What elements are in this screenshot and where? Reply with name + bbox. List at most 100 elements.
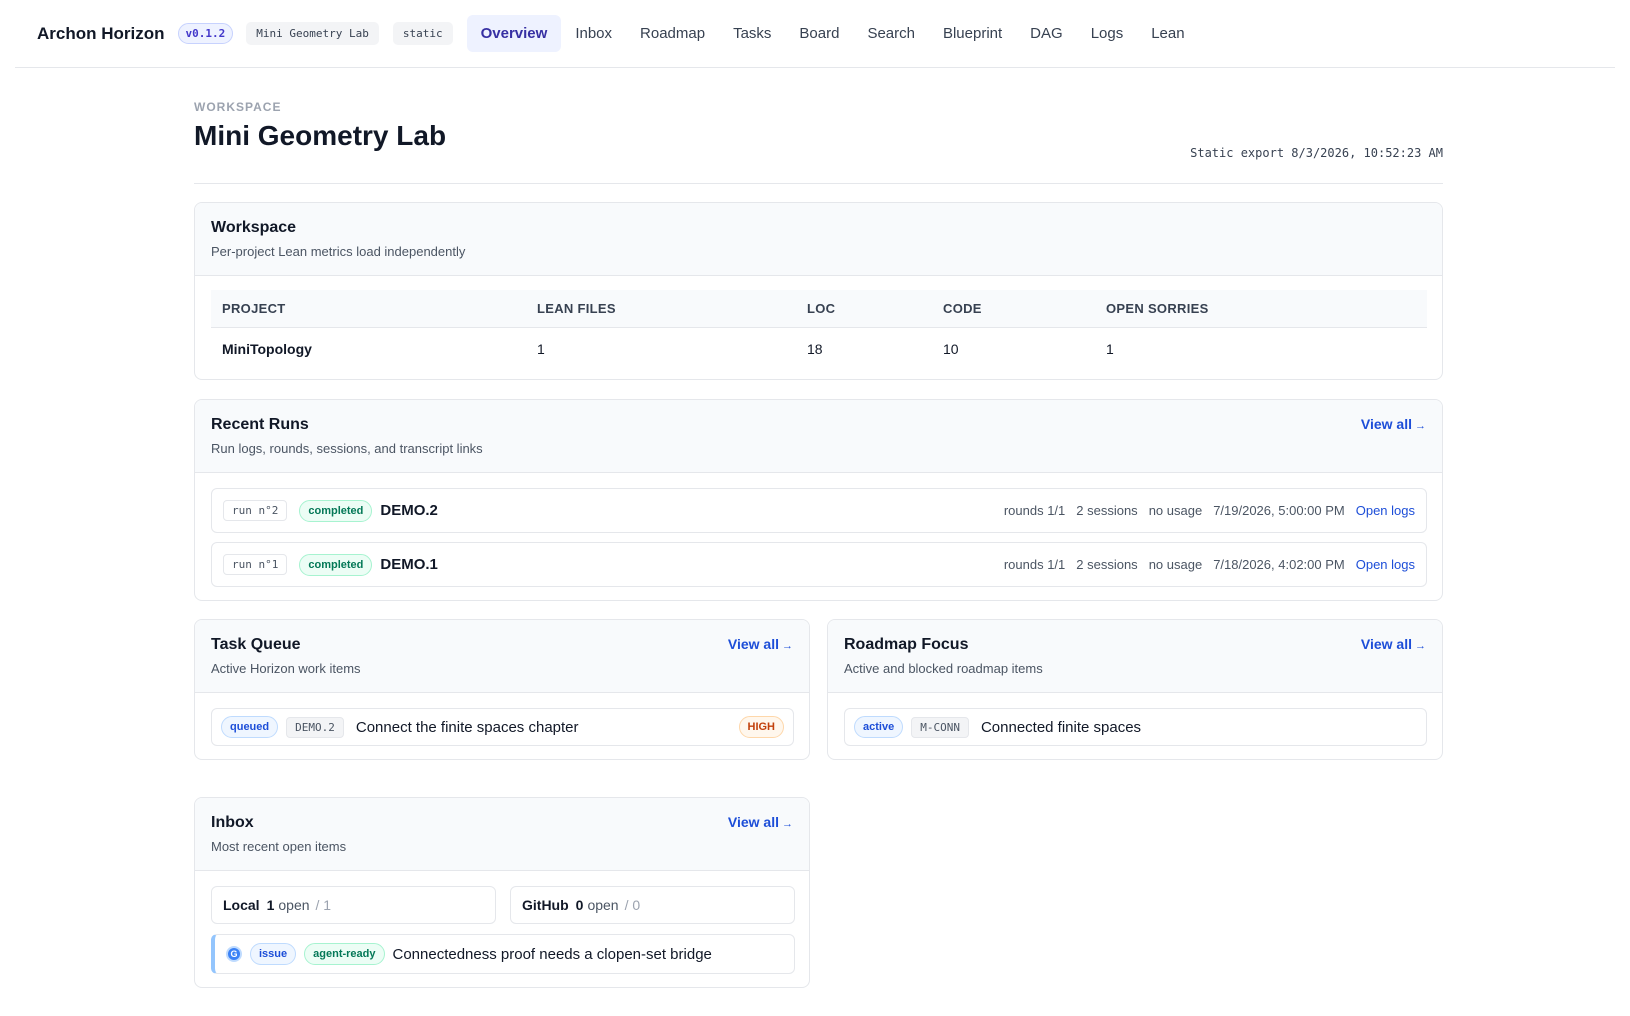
table-row[interactable]: MiniTopology 1 18 10 1 [211,327,1427,370]
nav-search[interactable]: Search [853,15,929,52]
workspace-card-subtitle: Per-project Lean metrics load independen… [211,244,466,259]
inbox-source-local[interactable]: Local 1 open / 1 [211,886,496,924]
cell-code: 10 [943,340,959,357]
task-queue-subtitle: Active Horizon work items [211,661,361,676]
run-rounds: rounds 1/1 [1003,503,1066,518]
export-info: Static export 8/3/2026, 10:52:23 AM [1190,146,1443,160]
roadmap-text: Connected finite spaces [980,718,1142,736]
run-row[interactable]: run n°2 completed DEMO.2 rounds 1/1 2 se… [211,488,1427,533]
run-status-badge: completed [299,499,373,522]
inbox-source-github[interactable]: GitHub 0 open / 0 [510,886,795,924]
nav-overview[interactable]: Overview [466,15,562,52]
recent-runs-view-all-link[interactable]: View all → [1361,416,1426,432]
top-bar: Archon Horizon v0.1.2 Mini Geometry Lab … [15,0,1615,68]
source-name: GitHub [522,897,569,913]
run-rounds: rounds 1/1 [1003,557,1066,572]
header-divider [194,183,1443,184]
cell-project[interactable]: MiniTopology [211,327,526,370]
nav-dag[interactable]: DAG [1016,15,1077,52]
source-open-label: open [587,897,619,913]
github-icon: G [226,946,242,962]
inbox-view-all-link[interactable]: View all → [728,814,793,830]
inbox-item-text: Connectedness proof needs a clopen-set b… [392,945,712,963]
inbox-title: Inbox [211,814,254,831]
col-open-sorries: OPEN SORRIES [1095,290,1427,328]
task-priority-badge: HIGH [738,716,784,738]
cell-open-sorries: 1 [1106,340,1114,357]
roadmap-ref-tag: M-CONN [911,716,969,738]
arrow-right-icon: → [782,640,793,652]
run-row[interactable]: run n°1 completed DEMO.1 rounds 1/1 2 se… [211,542,1427,587]
task-status-badge: queued [221,716,279,738]
roadmap-focus-card: Roadmap Focus Active and blocked roadmap… [827,619,1443,760]
task-queue-view-all-link[interactable]: View all → [728,636,793,652]
roadmap-focus-view-all-link[interactable]: View all → [1361,636,1426,652]
view-all-label: View all [727,636,779,652]
task-queue-title: Task Queue [211,636,301,653]
export-time: 8/3/2026, 10:52:23 AM [1291,146,1443,160]
nav-lean[interactable]: Lean [1137,15,1198,52]
task-queue-header: Task Queue Active Horizon work items Vie… [195,620,809,693]
nav-inbox[interactable]: Inbox [561,15,626,52]
open-logs-link[interactable]: Open logs [1356,503,1415,518]
col-code: CODE [932,290,1095,328]
inbox-subtitle: Most recent open items [211,839,347,854]
source-total: / 0 [624,897,641,913]
inbox-type-badge: issue [250,943,297,965]
run-id-tag: run n°1 [223,554,288,575]
source-name: Local [223,897,260,913]
arrow-right-icon: → [782,818,793,830]
page-eyebrow: WORKSPACE [194,100,282,114]
export-label: Static export [1190,146,1285,160]
run-status-badge: completed [299,553,373,576]
task-text: Connect the finite spaces chapter [355,718,579,736]
task-row[interactable]: queued DEMO.2 Connect the finite spaces … [211,708,794,746]
run-name: DEMO.2 [380,502,438,519]
app-brand[interactable]: Archon Horizon [37,24,165,44]
run-sessions: 2 sessions [1076,557,1138,572]
source-open-label: open [278,897,310,913]
roadmap-focus-subtitle: Active and blocked roadmap items [844,661,1043,676]
workspace-card-title: Workspace [211,219,297,236]
main-nav: Overview Inbox Roadmap Tasks Board Searc… [466,15,1199,52]
view-all-label: View all [1360,416,1412,432]
col-loc: LOC [796,290,932,328]
source-open-count: 1 [266,897,275,913]
source-total: / 1 [315,897,332,913]
nav-blueprint[interactable]: Blueprint [929,15,1016,52]
run-name: DEMO.1 [380,556,438,573]
run-time: 7/18/2026, 4:02:00 PM [1213,557,1345,572]
table-header-row: PROJECT LEAN FILES LOC CODE OPEN SORRIES [211,290,1427,328]
nav-logs[interactable]: Logs [1077,15,1138,52]
col-project: PROJECT [211,290,526,328]
run-sessions: 2 sessions [1076,503,1138,518]
workspace-table: PROJECT LEAN FILES LOC CODE OPEN SORRIES… [211,290,1427,370]
inbox-item[interactable]: G issue agent-ready Connectedness proof … [211,934,795,974]
inbox-header: Inbox Most recent open items View all → [195,798,809,871]
version-badge: v0.1.2 [177,23,234,44]
cell-lean-files: 1 [537,340,545,357]
run-usage: no usage [1148,503,1203,518]
main-content: WORKSPACE Mini Geometry Lab Static expor… [194,100,1443,988]
roadmap-focus-title: Roadmap Focus [844,636,969,653]
roadmap-status-badge: active [854,716,904,738]
source-open-count: 0 [575,897,584,913]
roadmap-row[interactable]: active M-CONN Connected finite spaces [844,708,1427,746]
roadmap-focus-header: Roadmap Focus Active and blocked roadmap… [828,620,1442,693]
nav-roadmap[interactable]: Roadmap [626,15,719,52]
recent-runs-header: Recent Runs Run logs, rounds, sessions, … [195,400,1442,473]
arrow-right-icon: → [1415,640,1426,652]
recent-runs-title: Recent Runs [211,416,309,433]
nav-board[interactable]: Board [785,15,853,52]
workspace-chip: Mini Geometry Lab [246,22,379,45]
recent-runs-card: Recent Runs Run logs, rounds, sessions, … [194,399,1443,601]
inbox-card: Inbox Most recent open items View all → L… [194,797,810,988]
workspace-card-header: Workspace Per-project Lean metrics load … [195,203,1442,276]
col-lean-files: LEAN FILES [526,290,796,328]
nav-tasks[interactable]: Tasks [719,15,785,52]
run-id-tag: run n°2 [223,500,288,521]
recent-runs-subtitle: Run logs, rounds, sessions, and transcri… [211,441,483,456]
cell-loc: 18 [807,340,823,357]
workspace-card: Workspace Per-project Lean metrics load … [194,202,1443,380]
open-logs-link[interactable]: Open logs [1356,557,1415,572]
